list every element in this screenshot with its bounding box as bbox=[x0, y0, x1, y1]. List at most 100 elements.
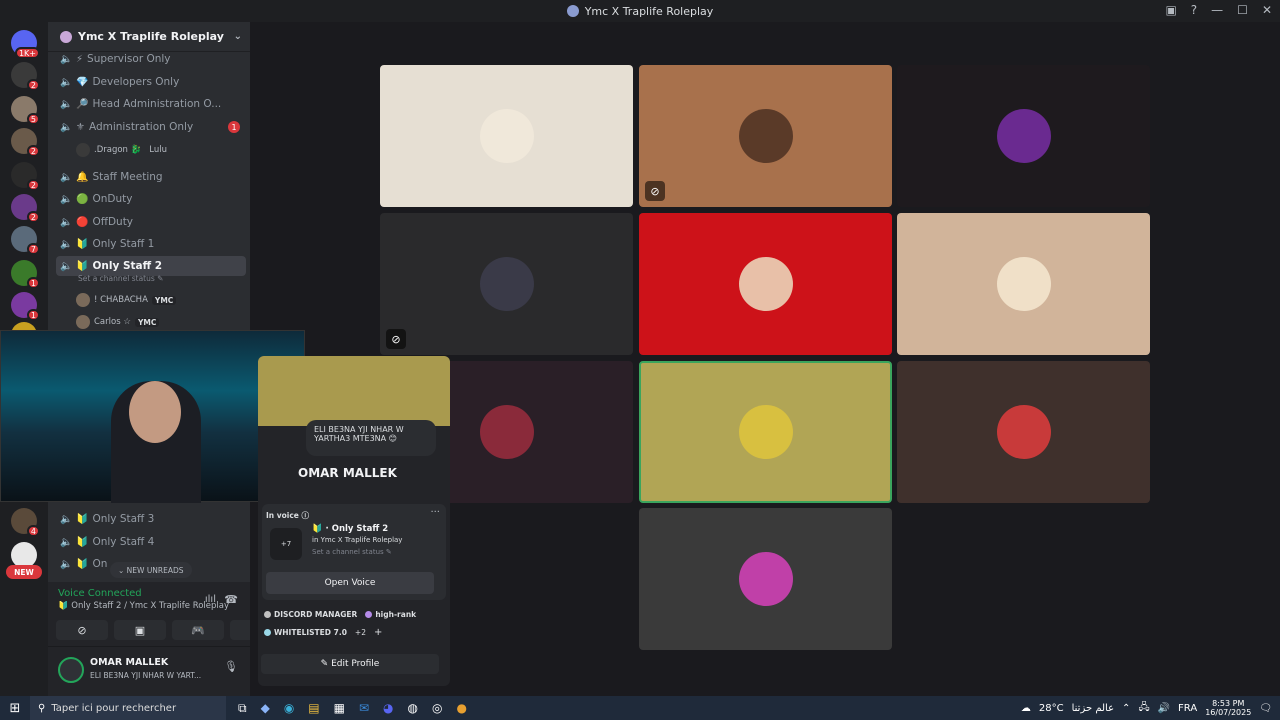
new-unreads-pill[interactable]: ⌄ NEW UNREADS bbox=[110, 562, 192, 578]
channel-name: Only Staff 3 bbox=[92, 513, 155, 525]
steam-icon[interactable]: ◍ bbox=[408, 701, 418, 716]
weather-icon[interactable]: ☁ bbox=[1021, 703, 1031, 714]
channel-emoji: 🔔 bbox=[76, 171, 89, 183]
help-icon[interactable]: ? bbox=[1191, 3, 1197, 17]
edge-icon[interactable]: ◉ bbox=[284, 701, 294, 716]
voice-channel-icon: 🔈 bbox=[60, 558, 73, 570]
channel-status[interactable]: Set a channel status ✎ bbox=[78, 274, 163, 283]
channel-item[interactable]: 🔈 ⚡ Supervisor Only bbox=[56, 49, 246, 69]
server-icon[interactable]: 2 bbox=[11, 194, 40, 223]
role-pill[interactable]: high-rank bbox=[365, 610, 416, 619]
user-tag: YMC bbox=[151, 295, 177, 305]
video-tile[interactable]: ⊘ bbox=[639, 65, 892, 207]
server-icon[interactable]: 5 bbox=[11, 96, 40, 125]
language-indicator[interactable]: FRA bbox=[1178, 703, 1197, 714]
voice-stats-icon[interactable]: ılıl bbox=[205, 594, 216, 605]
server-icon[interactable]: 4 bbox=[11, 508, 40, 537]
channel-item[interactable]: 🔈 🔎 Head Administration O... bbox=[56, 94, 246, 114]
add-role-icon[interactable]: + bbox=[374, 627, 382, 638]
channel-emoji: ⚜ bbox=[76, 121, 85, 133]
obs-icon[interactable]: ◎ bbox=[432, 701, 442, 716]
channel-name: On bbox=[92, 558, 108, 570]
file-explorer-icon[interactable]: ▤ bbox=[308, 701, 319, 716]
user-name[interactable]: OMAR MALLEK bbox=[90, 657, 168, 668]
video-tile[interactable] bbox=[897, 213, 1150, 355]
channel-item[interactable]: 🔈 🔰 Only Staff 1 bbox=[56, 234, 246, 254]
video-tile[interactable] bbox=[639, 213, 892, 355]
channel-item[interactable]: 🔈 🔴 OffDuty bbox=[56, 212, 246, 232]
discord-icon[interactable]: ◕ bbox=[383, 701, 393, 716]
windows-start-icon[interactable]: ⊞ bbox=[0, 701, 30, 716]
server-icon[interactable]: 2 bbox=[11, 162, 40, 191]
channel-item[interactable]: 🔈 💎 Developers Only bbox=[56, 72, 246, 92]
video-tile[interactable] bbox=[897, 361, 1150, 503]
roles-more[interactable]: +2 bbox=[355, 628, 366, 637]
role-pill[interactable]: WHITELISTED 7.0 bbox=[264, 628, 347, 637]
weather-temp[interactable]: 28°C bbox=[1039, 703, 1064, 714]
guild-header[interactable]: Ymc X Traplife Roleplay ⌄ bbox=[48, 22, 250, 52]
participant-avatar bbox=[479, 257, 534, 311]
participant-avatar bbox=[738, 109, 793, 163]
video-tile[interactable] bbox=[639, 361, 892, 503]
server-icon[interactable]: 1K+ bbox=[11, 30, 40, 59]
server-icon[interactable]: 1 bbox=[11, 292, 40, 321]
voice-user[interactable]: Carlos ☆ YMC bbox=[76, 315, 160, 329]
server-icon[interactable]: 7 bbox=[11, 226, 40, 255]
notifications-icon[interactable]: 🗨 bbox=[1259, 703, 1272, 714]
copilot-icon[interactable]: ◆ bbox=[261, 701, 270, 716]
screen-share-button[interactable]: ▣ bbox=[114, 620, 166, 640]
video-tile[interactable]: ⊘ bbox=[380, 213, 633, 355]
video-tile[interactable] bbox=[897, 65, 1150, 207]
channel-item[interactable]: 🔈 🔰 Only Staff 3 bbox=[56, 509, 246, 529]
store-icon[interactable]: ▦ bbox=[334, 701, 345, 716]
chrome-icon[interactable]: ● bbox=[457, 701, 467, 716]
video-tile[interactable] bbox=[380, 65, 633, 207]
more-options-icon[interactable]: ··· bbox=[430, 507, 440, 518]
mention-badge: 1 bbox=[228, 121, 240, 133]
network-icon[interactable]: 🖧 bbox=[1138, 700, 1149, 717]
edit-profile-button[interactable]: ✎ Edit Profile bbox=[261, 654, 439, 674]
voice-channel-status[interactable]: Set a channel status ✎ bbox=[312, 548, 392, 556]
mic-muted-icon: ⊘ bbox=[645, 181, 665, 201]
chevron-down-icon[interactable]: ⌄ bbox=[234, 31, 242, 42]
voice-user[interactable]: ! CHABACHA YMC bbox=[76, 293, 177, 307]
weather-text[interactable]: عالم حزتنا bbox=[1072, 703, 1114, 714]
close-button[interactable]: ✕ bbox=[1262, 3, 1272, 17]
voice-panel: Voice Connected 🔰 Only Staff 2 / Ymc X T… bbox=[48, 582, 282, 696]
tray-chevron-icon[interactable]: ⌃ bbox=[1122, 703, 1130, 714]
volume-icon[interactable]: 🔊 bbox=[1158, 703, 1170, 714]
voice-connected-label: Voice Connected bbox=[58, 588, 142, 599]
server-icon[interactable]: 2 bbox=[11, 62, 40, 91]
clock[interactable]: 8:53 PM 16/07/2025 bbox=[1205, 699, 1251, 717]
participant-avatar bbox=[479, 109, 534, 163]
microphone-icon[interactable]: 🎙 bbox=[224, 660, 238, 673]
channel-name: OnDuty bbox=[92, 193, 133, 205]
task-view-icon[interactable]: ⧉ bbox=[238, 701, 247, 716]
user-avatar[interactable] bbox=[58, 657, 84, 683]
camera-off-button[interactable]: ⊘ bbox=[56, 620, 108, 640]
outlook-icon[interactable]: ✉ bbox=[359, 701, 369, 716]
voice-user[interactable]: .Dragon 🐉 Lulu bbox=[76, 143, 167, 157]
server-icon[interactable]: 1 bbox=[11, 260, 40, 289]
channel-item[interactable]: 🔈 🟢 OnDuty bbox=[56, 189, 246, 209]
participant-avatar bbox=[996, 405, 1051, 459]
role-name: high-rank bbox=[375, 610, 417, 619]
channel-item[interactable]: 🔈 🔔 Staff Meeting bbox=[56, 167, 246, 187]
minimize-button[interactable]: — bbox=[1211, 3, 1223, 17]
open-voice-button[interactable]: Open Voice bbox=[266, 572, 434, 594]
video-tile[interactable] bbox=[639, 508, 892, 650]
taskbar-search[interactable]: ⚲ Taper ici pour rechercher bbox=[30, 696, 226, 720]
channel-item[interactable]: 🔈 ⚜ Administration Only 1 bbox=[56, 117, 246, 137]
activity-button[interactable]: 🎮 bbox=[172, 620, 224, 640]
channel-item[interactable]: 🔈 🔰 Only Staff 2 bbox=[56, 256, 246, 276]
maximize-button[interactable]: ☐ bbox=[1237, 3, 1248, 17]
channel-item[interactable]: 🔈 🔰 Only Staff 4 bbox=[56, 532, 246, 552]
disconnect-icon[interactable]: ☎ bbox=[224, 593, 238, 606]
voice-channel-icon: 🔈 bbox=[60, 513, 73, 525]
inbox-icon[interactable]: ▣ bbox=[1165, 3, 1176, 17]
role-pill[interactable]: DISCORD MANAGER bbox=[264, 610, 357, 619]
channel-name: Supervisor Only bbox=[87, 53, 171, 65]
voice-user-name: Carlos ☆ bbox=[94, 317, 131, 327]
server-icon[interactable]: 2 bbox=[11, 128, 40, 157]
window-title: Ymc X Traplife Roleplay bbox=[584, 4, 714, 18]
